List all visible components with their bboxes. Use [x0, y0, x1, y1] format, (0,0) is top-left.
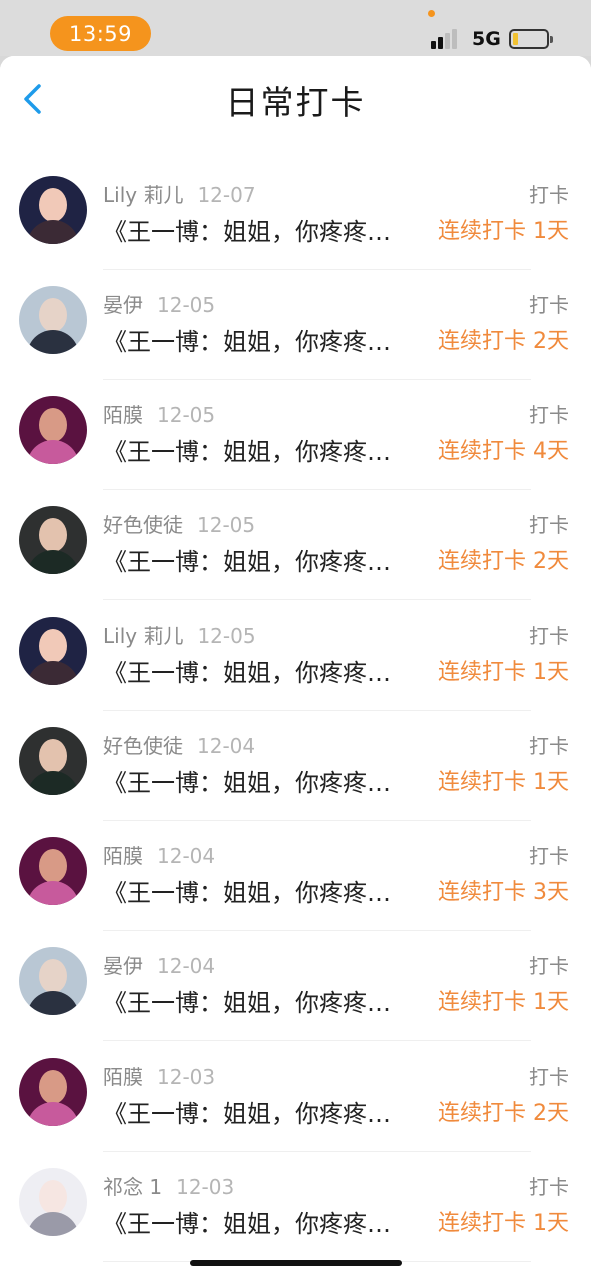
entry-date: 12-05 [157, 293, 216, 317]
entry-date: 12-04 [157, 954, 216, 978]
entry-meta: 祁念 1 12-03 [103, 1171, 234, 1200]
list-item[interactable]: 晏伊 12-04 打卡《王一博：姐姐，你疼疼… 连续打卡 1天 [0, 931, 591, 1041]
privacy-indicator-dot [428, 10, 435, 17]
checkin-tag: 打卡 [529, 844, 569, 868]
username[interactable]: 陌膜 [103, 1065, 143, 1089]
page-card: 《王一博：姐姐，你疼疼连续打卡 1天Lily 莉儿12-07打卡《王一博：姐姐，… [0, 56, 591, 1280]
entry-meta: 好色使徒 12-04 [103, 730, 255, 759]
home-indicator [190, 1260, 402, 1266]
entry-date: 12-07 [197, 183, 256, 207]
list-item[interactable]: 好色使徒 12-04 打卡《王一博：姐姐，你疼疼… 连续打卡 1天 [0, 711, 591, 821]
entry-content: 《王一博：姐姐，你疼疼… [103, 438, 391, 466]
checkin-tag: 打卡 [529, 293, 569, 317]
streak-label: 连续打卡 1天 [438, 770, 569, 795]
avatar[interactable] [19, 617, 87, 685]
network-type: 5G [472, 28, 501, 50]
username[interactable]: Lily 莉儿 [103, 183, 183, 207]
username[interactable]: 祁念 1 [103, 1175, 162, 1199]
entry-content: 《王一博：姐姐，你疼疼… [103, 879, 391, 907]
list-item[interactable]: 陌膜 12-04 打卡《王一博：姐姐，你疼疼… 连续打卡 3天 [0, 821, 591, 931]
entry-content: 《王一博：姐姐，你疼疼… [103, 989, 391, 1017]
entry-content: 《王一博：姐姐，你疼疼… [103, 659, 391, 687]
entry-meta: 晏伊 12-04 [103, 950, 215, 979]
list-item[interactable]: 祁念 1 12-03 打卡《王一博：姐姐，你疼疼… 连续打卡 1天 [0, 1152, 591, 1262]
row-divider [103, 1040, 531, 1041]
checkin-tag: 打卡 [529, 1175, 569, 1199]
streak-label: 连续打卡 2天 [438, 549, 569, 574]
entry-content: 《王一博：姐姐，你疼疼… [103, 1100, 391, 1128]
checkin-tag: 打卡 [529, 183, 569, 207]
entry-meta: 晏伊 12-05 [103, 289, 215, 318]
entry-content: 《王一博：姐姐，你疼疼… [103, 769, 391, 797]
streak-label: 连续打卡 1天 [438, 990, 569, 1015]
list-item[interactable]: 陌膜 12-03 打卡《王一博：姐姐，你疼疼… 连续打卡 2天 [0, 1042, 591, 1152]
status-time: 13:59 [50, 16, 151, 51]
entry-content: 《王一博：姐姐，你疼疼… [103, 1210, 391, 1238]
entry-date: 12-03 [176, 1175, 235, 1199]
username[interactable]: Lily 莉儿 [103, 624, 183, 648]
checkin-tag: 打卡 [529, 513, 569, 537]
entry-date: 12-05 [197, 513, 256, 537]
list-item[interactable]: Lily 莉儿 12-07 打卡《王一博：姐姐，你疼疼… 连续打卡 1天 [0, 160, 591, 270]
checkin-tag: 打卡 [529, 403, 569, 427]
entry-meta: 好色使徒 12-05 [103, 509, 255, 538]
avatar[interactable] [19, 1058, 87, 1126]
avatar[interactable] [19, 176, 87, 244]
entry-meta: 陌膜 12-05 [103, 399, 215, 428]
checkin-tag: 打卡 [529, 954, 569, 978]
streak-label: 连续打卡 2天 [438, 1101, 569, 1126]
entry-meta: Lily 莉儿 12-05 [103, 620, 256, 649]
avatar[interactable] [19, 1168, 87, 1236]
username[interactable]: 好色使徒 [103, 734, 183, 758]
entry-meta: 陌膜 12-03 [103, 1061, 215, 1090]
list-item[interactable]: Lily 莉儿 12-05 打卡《王一博：姐姐，你疼疼… 连续打卡 1天 [0, 601, 591, 711]
streak-label: 连续打卡 4天 [438, 439, 569, 464]
username[interactable]: 陌膜 [103, 403, 143, 427]
checkin-tag: 打卡 [529, 1065, 569, 1089]
nav-bar: 日常打卡 [0, 56, 591, 140]
entry-content: 《王一博：姐姐，你疼疼… [103, 328, 391, 356]
entry-meta: 陌膜 12-04 [103, 840, 215, 869]
battery-icon [509, 29, 553, 49]
page-title: 日常打卡 [225, 83, 366, 122]
list-item[interactable]: 陌膜 12-05 打卡《王一博：姐姐，你疼疼… 连续打卡 4天 [0, 380, 591, 490]
entry-content: 《王一博：姐姐，你疼疼… [103, 218, 391, 246]
streak-label: 连续打卡 2天 [438, 329, 569, 354]
username[interactable]: 好色使徒 [103, 513, 183, 537]
entry-date: 12-04 [197, 734, 256, 758]
avatar[interactable] [19, 506, 87, 574]
entry-meta: Lily 莉儿 12-07 [103, 179, 256, 208]
username[interactable]: 陌膜 [103, 844, 143, 868]
streak-label: 连续打卡 1天 [438, 660, 569, 685]
avatar[interactable] [19, 396, 87, 464]
checkin-tag: 打卡 [529, 624, 569, 648]
avatar[interactable] [19, 947, 87, 1015]
username[interactable]: 晏伊 [103, 954, 143, 978]
entry-content: 《王一博：姐姐，你疼疼… [103, 548, 391, 576]
list-item[interactable]: 好色使徒 12-05 打卡《王一博：姐姐，你疼疼… 连续打卡 2天 [0, 490, 591, 600]
status-bar: 13:59 5G [0, 0, 591, 56]
entry-date: 12-05 [197, 624, 256, 648]
entry-date: 12-04 [157, 844, 216, 868]
cellular-signal-icon [431, 29, 464, 49]
avatar[interactable] [19, 286, 87, 354]
avatar[interactable] [19, 837, 87, 905]
avatar[interactable] [19, 727, 87, 795]
entry-date: 12-03 [157, 1065, 216, 1089]
entry-date: 12-05 [157, 403, 216, 427]
row-divider [103, 599, 531, 600]
username[interactable]: 晏伊 [103, 293, 143, 317]
streak-label: 连续打卡 1天 [438, 219, 569, 244]
streak-label: 连续打卡 3天 [438, 880, 569, 905]
checkin-tag: 打卡 [529, 734, 569, 758]
list-item[interactable]: 晏伊 12-05 打卡《王一博：姐姐，你疼疼… 连续打卡 2天 [0, 270, 591, 380]
streak-label: 连续打卡 1天 [438, 1211, 569, 1236]
